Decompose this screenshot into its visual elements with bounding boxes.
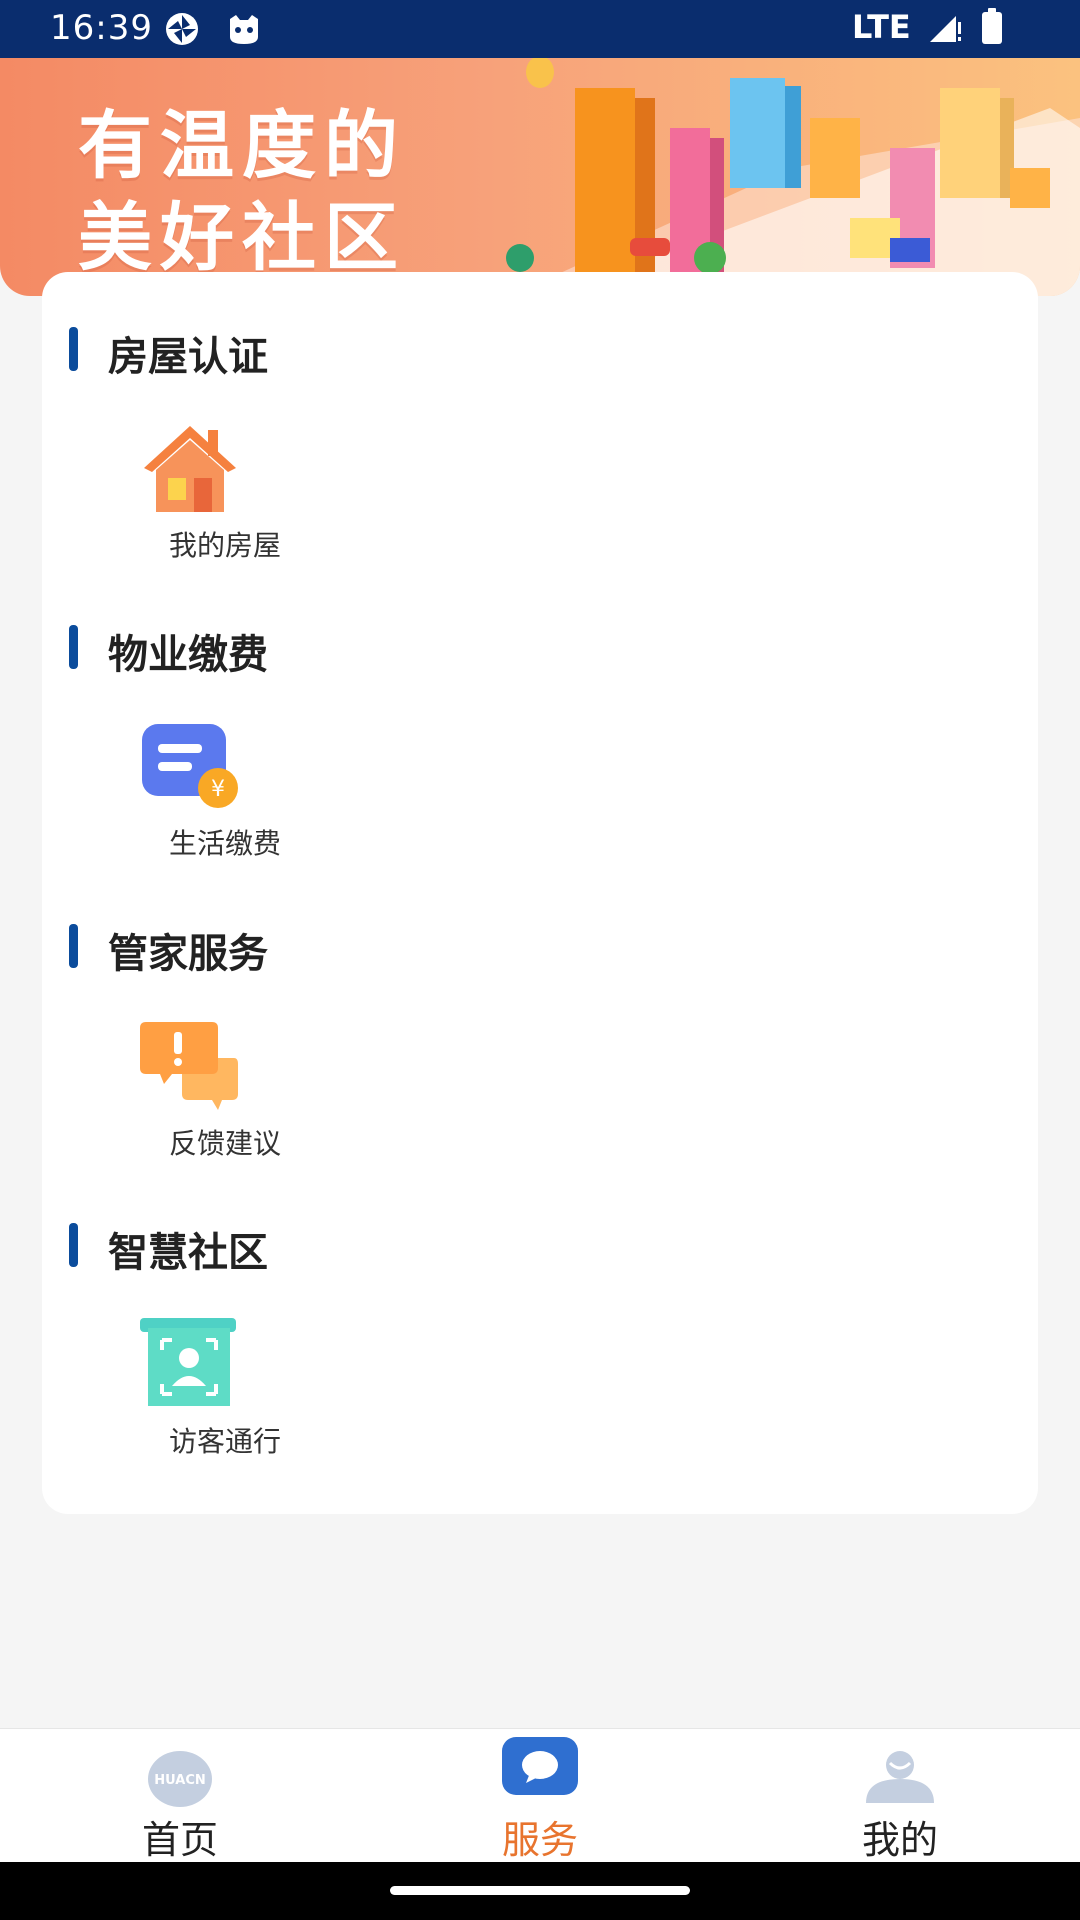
section-accent bbox=[69, 1223, 78, 1267]
feedback-chat-icon bbox=[140, 1022, 238, 1110]
section-accent bbox=[69, 327, 78, 371]
signal-icon bbox=[930, 16, 961, 42]
tab-home[interactable]: HUACN 首页 bbox=[0, 1729, 360, 1863]
service-chat-icon bbox=[502, 1737, 578, 1795]
status-time: 16:39 bbox=[50, 8, 153, 48]
svg-text:¥: ¥ bbox=[211, 777, 225, 802]
bottom-nav: HUACN 首页 服务 我的 bbox=[0, 1728, 1080, 1863]
sync-icon bbox=[166, 13, 198, 45]
tile-label: 反馈建议 bbox=[168, 1127, 281, 1160]
tile-label: 生活缴费 bbox=[168, 827, 281, 860]
profile-icon bbox=[866, 1751, 934, 1803]
network-type: LTE bbox=[852, 8, 911, 46]
tab-service[interactable]: 服务 bbox=[360, 1729, 720, 1863]
svg-text:HUACN: HUACN bbox=[154, 1773, 206, 1788]
tile-label: 我的房屋 bbox=[168, 529, 281, 562]
hero-banner: 有温度的 美好社区 bbox=[0, 58, 1080, 296]
section-accent bbox=[69, 924, 78, 968]
banner-title-line2: 美好社区 bbox=[78, 195, 406, 281]
tab-mine[interactable]: 我的 bbox=[720, 1729, 1080, 1863]
banner-title-line1: 有温度的 bbox=[78, 103, 406, 189]
tab-mine-label: 我的 bbox=[861, 1818, 938, 1862]
section-title-fees: 物业缴费 bbox=[108, 632, 268, 678]
section-title-butler: 管家服务 bbox=[108, 931, 268, 977]
tab-service-label: 服务 bbox=[501, 1818, 578, 1862]
cat-icon bbox=[230, 15, 258, 44]
huacn-logo-icon: HUACN bbox=[148, 1751, 212, 1807]
visitor-pass-icon bbox=[140, 1318, 236, 1406]
house-icon bbox=[144, 426, 236, 512]
city-illustration bbox=[506, 58, 1080, 296]
payment-bill-icon: ¥ bbox=[142, 724, 238, 808]
section-title-house: 房屋认证 bbox=[108, 334, 268, 380]
tile-label: 访客通行 bbox=[168, 1425, 281, 1458]
services-card: 房屋认证 我的房屋 物业缴费 ¥ 生活缴费 管家服务 反馈建议 智慧社区 访客通… bbox=[42, 272, 1038, 1514]
tab-home-label: 首页 bbox=[141, 1818, 218, 1862]
status-bar: 16:39 LTE bbox=[0, 0, 1080, 58]
section-title-smart: 智慧社区 bbox=[108, 1230, 268, 1276]
banner-title: 有温度的 美好社区 bbox=[78, 100, 406, 284]
section-accent bbox=[69, 625, 78, 669]
battery-icon bbox=[982, 8, 1002, 44]
home-gesture-handle[interactable] bbox=[390, 1886, 690, 1895]
